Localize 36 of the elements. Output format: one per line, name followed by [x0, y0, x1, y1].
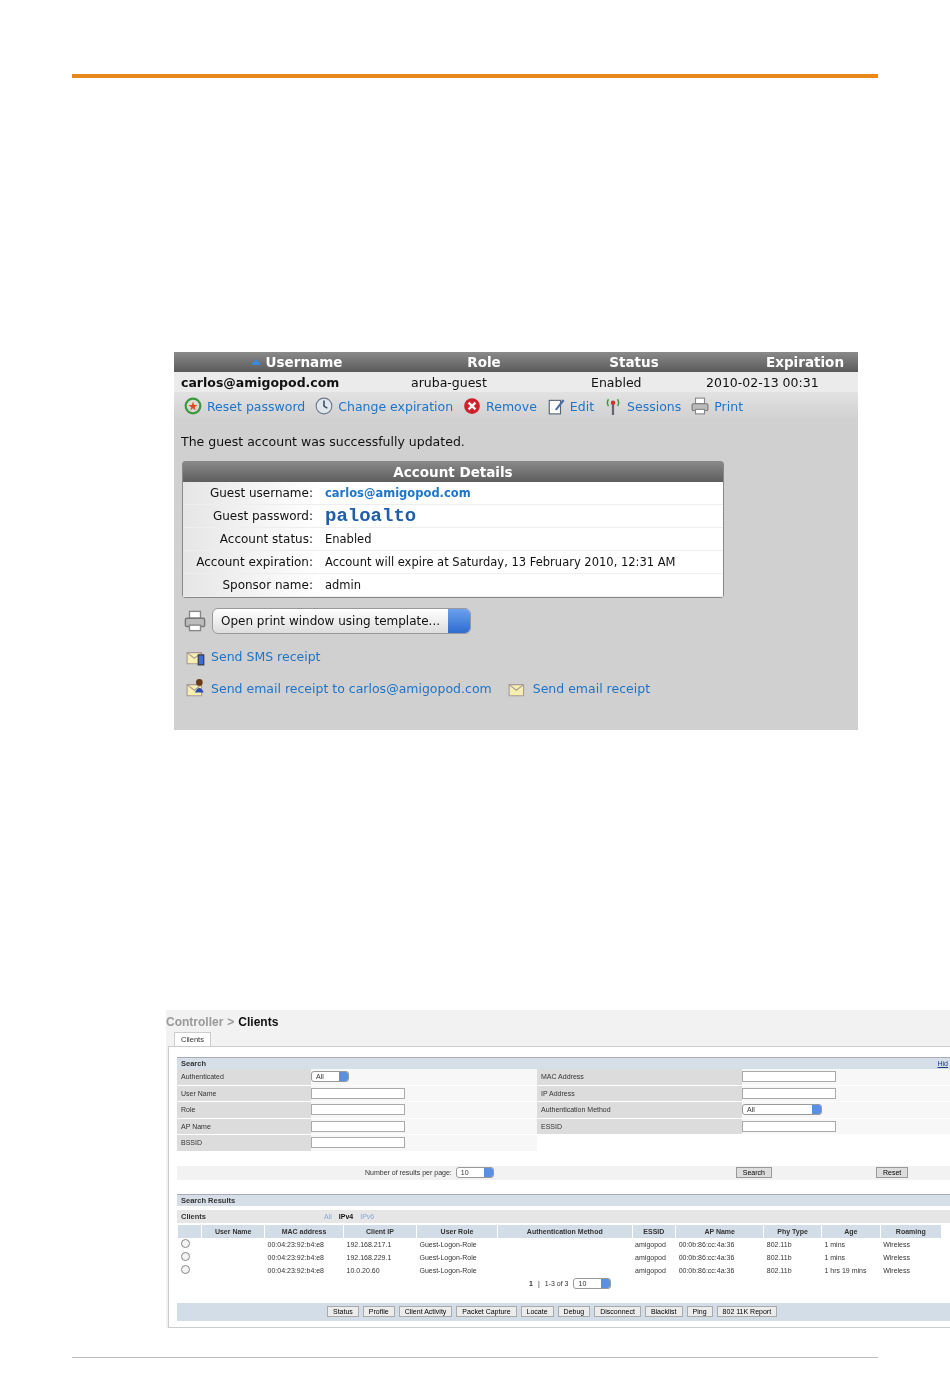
field-value: Enabled [324, 531, 373, 548]
field-value: paloalto [324, 505, 418, 527]
input-field[interactable] [311, 1087, 405, 1099]
table-row[interactable]: carlos@amigopod.com aruba-guest Enabled 2010-02-13 00:31 [174, 372, 858, 392]
column-header[interactable]: Status [579, 354, 689, 370]
template-dropdown[interactable]: Open print window using template... [212, 608, 472, 634]
table-cell-text: aruba-guest [410, 374, 488, 390]
column-header[interactable]: Role [389, 354, 579, 370]
table-cell-text: Enabled [590, 374, 643, 390]
edit-icon [546, 397, 565, 415]
printer-icon [691, 397, 710, 415]
envelope-person-icon [186, 678, 206, 698]
input-field[interactable] [742, 1071, 836, 1083]
input-field[interactable] [311, 1120, 405, 1132]
status-message: The guest account was successfully updated. [180, 433, 466, 451]
table-cell-text: 2010-02-13 00:31 [705, 374, 820, 390]
breadcrumb-current: Clients [238, 1015, 279, 1029]
column-header[interactable]: Username [174, 354, 389, 370]
input-field[interactable] [742, 1087, 836, 1099]
breadcrumb-separator: > [227, 1015, 235, 1029]
radio-button[interactable] [180, 1252, 190, 1261]
table-cell-text: carlos@amigopod.com [181, 374, 341, 390]
remove-icon [463, 397, 482, 415]
input-field[interactable] [742, 1120, 836, 1132]
sort-icon [250, 359, 261, 365]
radio-button[interactable] [180, 1239, 190, 1248]
details-title: Account Details [183, 462, 723, 482]
radio-button[interactable] [180, 1265, 190, 1274]
input-field[interactable] [311, 1104, 405, 1116]
column-header[interactable]: Expiration [689, 354, 844, 370]
field-value: carlos@amigopod.com [324, 485, 472, 502]
field-value: Account will expire at Saturday, 13 February 2010, 12:31 AM [324, 554, 677, 571]
clock-icon [315, 397, 334, 415]
field-value: admin [324, 577, 363, 594]
printer-icon [184, 610, 206, 632]
input-field[interactable] [311, 1137, 405, 1149]
